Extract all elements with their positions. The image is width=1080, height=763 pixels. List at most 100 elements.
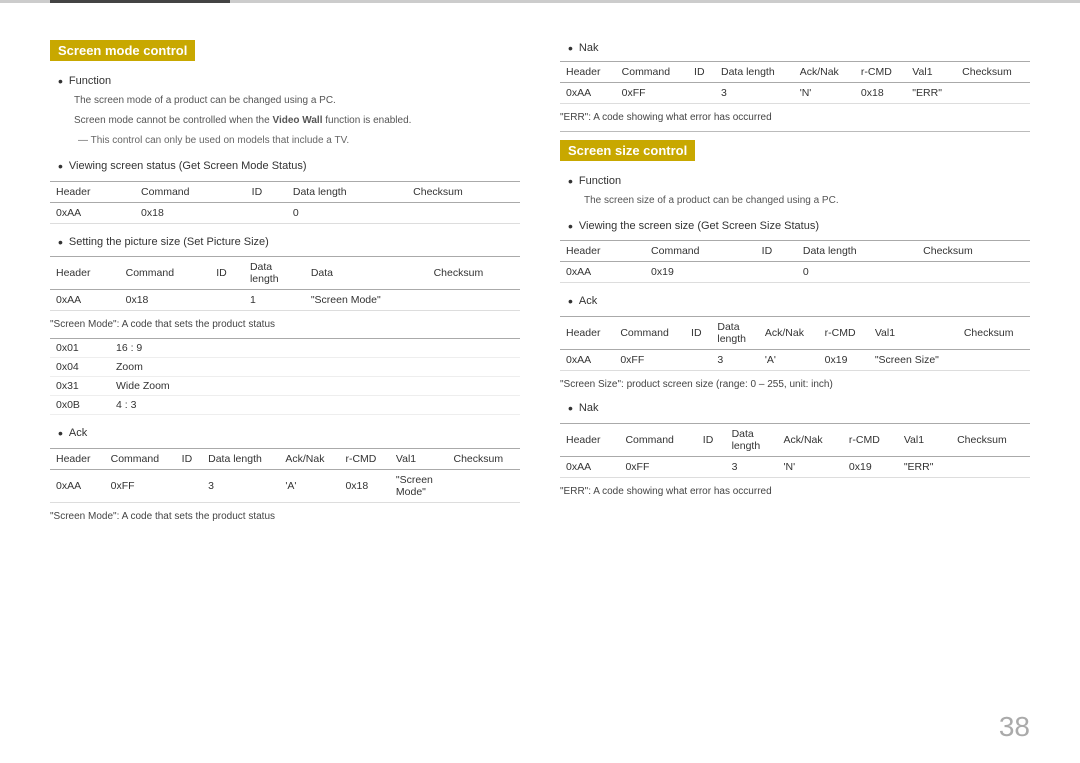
td-0xaa3: 0xAA [50,470,105,503]
td-id4 [756,262,797,283]
ack-table-wrap: Header Command ID Datalength Ack/Nak r-C… [560,316,1030,371]
ack-table: Header Command ID Datalength Ack/Nak r-C… [560,316,1030,371]
th-dl-nak: Data length [715,61,794,82]
section-divider [560,131,1030,132]
th-command3: Command [105,449,176,470]
td-dl-ack-val: 3 [711,350,759,371]
right-section-title: Screen size control [560,140,695,161]
th-id-ack: ID [685,317,711,350]
right-nak-bullet: • Nak [568,400,1030,417]
td-0xff-ack: 0xFF [614,350,685,371]
nak2-table: Header Command ID Datalength Ack/Nak r-C… [560,423,1030,478]
td-data2: "Screen Mode" [305,290,428,311]
th-header4: Header [560,241,645,262]
page-number: 38 [999,711,1030,743]
td-dl-nak2-val: 3 [726,456,778,477]
function-bullet: • Function [58,73,520,90]
td-rcmd-ack-val: 0x19 [819,350,869,371]
th-header2: Header [50,257,120,290]
th-header-nak2: Header [560,423,619,456]
td-acknak3val: 'A' [279,470,339,503]
th-command-nak: Command [616,61,688,82]
td-rcmd3val: 0x18 [339,470,389,503]
td-dl3val: 3 [202,470,279,503]
th-val-nak2: Val1 [898,423,951,456]
td-dl4val: 0 [797,262,917,283]
nak-note-top: "ERR": A code showing what error has occ… [560,112,1030,123]
td-0x194: 0x19 [645,262,756,283]
td-0xaa2: 0xAA [50,290,120,311]
th-acknak-nak: Ack/Nak [794,61,855,82]
nak-bullet-top: • Nak [568,40,1030,57]
th-val3: Val1 [390,449,448,470]
th-cs4: Checksum [917,241,1030,262]
th-command2: Command [120,257,211,290]
table-row: 0xAA 0x18 0 [50,202,520,223]
td-id-nak2 [697,456,726,477]
td-dl2: 1 [244,290,305,311]
screen-mode-note: "Screen Mode": A code that sets the prod… [50,319,520,330]
right-function-desc: The screen size of a product can be chan… [584,194,1030,208]
nak2-note: "ERR": A code showing what error has occ… [560,486,1030,497]
td-id-nak [688,82,715,103]
th-acknak-nak2: Ack/Nak [778,423,843,456]
nak2-table-wrap: Header Command ID Datalength Ack/Nak r-C… [560,423,1030,478]
td-0x182: 0x18 [120,290,211,311]
code-values: 0x01 16 : 9 0x04 Zoom 0x31 Wide Zoom 0x0… [50,338,520,415]
th-rcmd-nak2: r-CMD [843,423,898,456]
th-dl-nak2: Datalength [726,423,778,456]
th-cs3: Checksum [448,449,521,470]
code-row-0x0b: 0x0B 4 : 3 [50,396,520,415]
right-column: • Nak Header Command ID Data length Ack/… [560,40,1030,530]
bullet-dot2: • [58,158,63,175]
td-acknak-nak2-val: 'N' [778,456,843,477]
table3-wrap: Header Command ID Data length Ack/Nak r-… [50,448,520,503]
td-cs-nak-val [956,82,1030,103]
nak-label-top: Nak [579,40,599,57]
td-id-ack [685,350,711,371]
th-header-nak: Header [560,61,616,82]
ack-note: "Screen Mode": A code that sets the prod… [50,511,520,522]
th-header: Header [50,181,135,202]
td-val-nak-val: "ERR" [906,82,956,103]
setting-label: Setting the picture size (Set Picture Si… [69,234,269,251]
table-row: 0xAA 0x18 1 "Screen Mode" [50,290,520,311]
bullet-dot7: • [568,218,573,235]
th-dl2: Datalength [244,257,305,290]
right-viewing-label: Viewing the screen size (Get Screen Size… [579,218,819,235]
bullet-dot8: • [568,293,573,310]
td-acknak-ack-val: 'A' [759,350,819,371]
dash-note: This control can only be used on models … [78,134,520,148]
right-viewing-bullet: • Viewing the screen size (Get Screen Si… [568,218,1030,235]
table-row: 0xAA 0x19 0 [560,262,1030,283]
left-section-title: Screen mode control [50,40,195,61]
function-desc1: The screen mode of a product can be chan… [74,94,520,108]
th-cs-ack: Checksum [958,317,1030,350]
td-acknak-nak-val: 'N' [794,82,855,103]
right-ack-bullet: • Ack [568,293,1030,310]
bullet-dot4: • [58,425,63,442]
table1-wrap: Header Command ID Data length Checksum 0… [50,181,520,224]
th-id4: ID [756,241,797,262]
td-cs [407,202,520,223]
td-rcmd-nak-val: 0x18 [855,82,906,103]
th-command: Command [135,181,246,202]
td-val3val: "ScreenMode" [390,470,448,503]
th-header3: Header [50,449,105,470]
table-row: 0xAA 0xFF 3 'N' 0x19 "ERR" [560,456,1030,477]
th-checksum: Checksum [407,181,520,202]
th-acknak3: Ack/Nak [279,449,339,470]
ack-note-right: "Screen Size": product screen size (rang… [560,379,1030,390]
th-command-nak2: Command [619,423,696,456]
th-id: ID [246,181,287,202]
td-0xff-nak2: 0xFF [619,456,696,477]
th-cs2: Checksum [428,257,520,290]
td-0xaa-nak: 0xAA [560,82,616,103]
viewing-label: Viewing screen status (Get Screen Mode S… [69,158,307,175]
th-cs-nak2: Checksum [951,423,1030,456]
function-label: Function [69,73,111,90]
ack-label: Ack [69,425,87,442]
th-command-ack: Command [614,317,685,350]
th-header-ack: Header [560,317,614,350]
table-row: 0xAA 0xFF 3 'A' 0x19 "Screen Size" [560,350,1030,371]
